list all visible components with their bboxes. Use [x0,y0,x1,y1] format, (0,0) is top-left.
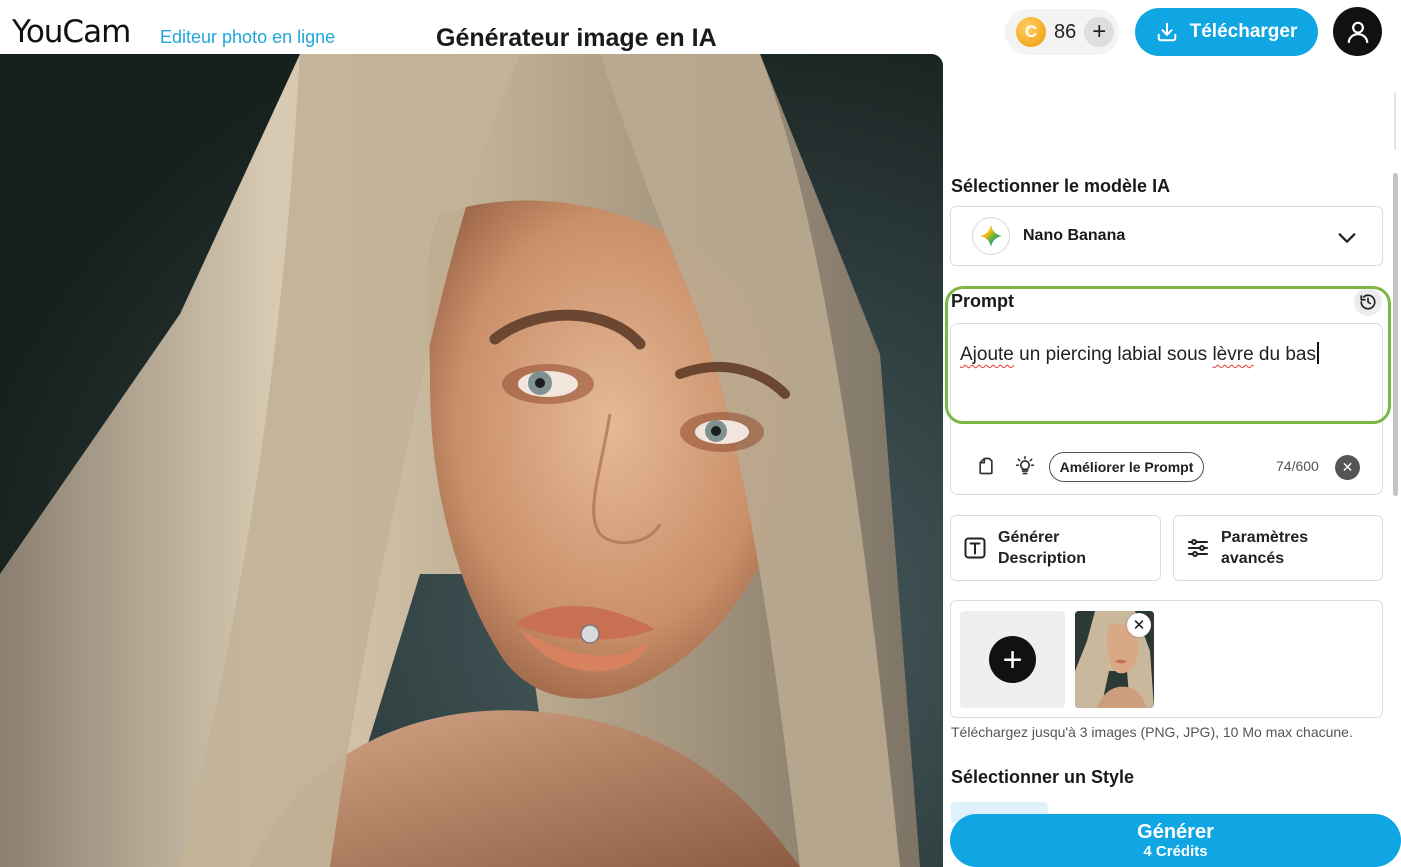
enhance-prompt-button[interactable]: Améliorer le Prompt [1049,452,1204,482]
generate-label: Générer [1137,820,1214,843]
selected-model: Nano Banana [1023,227,1126,244]
page-title: Générateur image en IA [436,24,717,52]
add-image-button[interactable]: + [960,611,1065,708]
gemini-sparkle-icon [972,217,1010,255]
logo-subtitle[interactable]: Editeur photo en ligne [160,27,335,48]
text-caret [1316,342,1319,364]
remove-image-button[interactable]: ✕ [1127,613,1151,637]
prompt-text-middle: un piercing labial sous [1013,344,1213,365]
upload-hint: Téléchargez jusqu'à 3 images (PNG, JPG),… [951,724,1353,740]
scrollbar-thumb[interactable] [1393,173,1398,496]
sliders-icon [1186,536,1210,560]
credits-pill[interactable]: C 86 + [1005,9,1119,55]
plus-icon: + [989,636,1036,683]
advanced-settings-label: Paramètres avancés [1221,529,1309,567]
coin-icon: C [1016,17,1046,47]
image-canvas[interactable] [0,54,943,867]
credit-count: 86 [1054,20,1077,43]
text-box-icon [963,536,987,560]
generate-description-button[interactable]: Générer Description [950,515,1161,581]
model-section-label: Sélectionner le modèle IA [951,176,1171,196]
app-page: YouCam Editeur photo en ligne Générateur… [0,0,1401,867]
portrait-photo [0,54,943,867]
generate-button[interactable]: Générer 4 Crédits [950,814,1401,867]
generate-description-label: Générer Description [998,529,1087,567]
char-count: 74/600 [1276,458,1319,474]
history-button[interactable] [1354,288,1382,316]
chevron-down-icon [1338,233,1356,243]
history-icon [1360,294,1376,310]
prompt-label: Prompt [951,291,1014,311]
model-select[interactable]: Nano Banana [950,206,1383,266]
user-icon [1347,21,1368,43]
tag-icon[interactable] [975,455,997,477]
advanced-settings-button[interactable]: Paramètres avancés [1173,515,1383,581]
style-section-label: Sélectionner un Style [951,767,1135,787]
prompt-word-misspelled: lèvre [1212,344,1254,365]
account-button[interactable] [1333,7,1382,56]
download-icon [1157,22,1176,42]
add-credits-button[interactable]: + [1084,17,1115,47]
prompt-input[interactable]: Ajoute un piercing labial sous lèvre du … [960,342,1319,366]
generate-cost: 4 Crédits [1143,842,1208,860]
prompt-word-misspelled: Ajoute [960,344,1014,365]
download-button[interactable]: Télécharger [1135,8,1318,56]
youcam-logo[interactable]: YouCam [12,14,131,50]
lightbulb-icon[interactable] [1014,455,1036,477]
prompt-text-end: du bas [1253,344,1316,365]
scrollbar-track [1394,92,1396,150]
clear-prompt-button[interactable]: ✕ [1335,455,1360,480]
download-label: Télécharger [1189,21,1298,42]
